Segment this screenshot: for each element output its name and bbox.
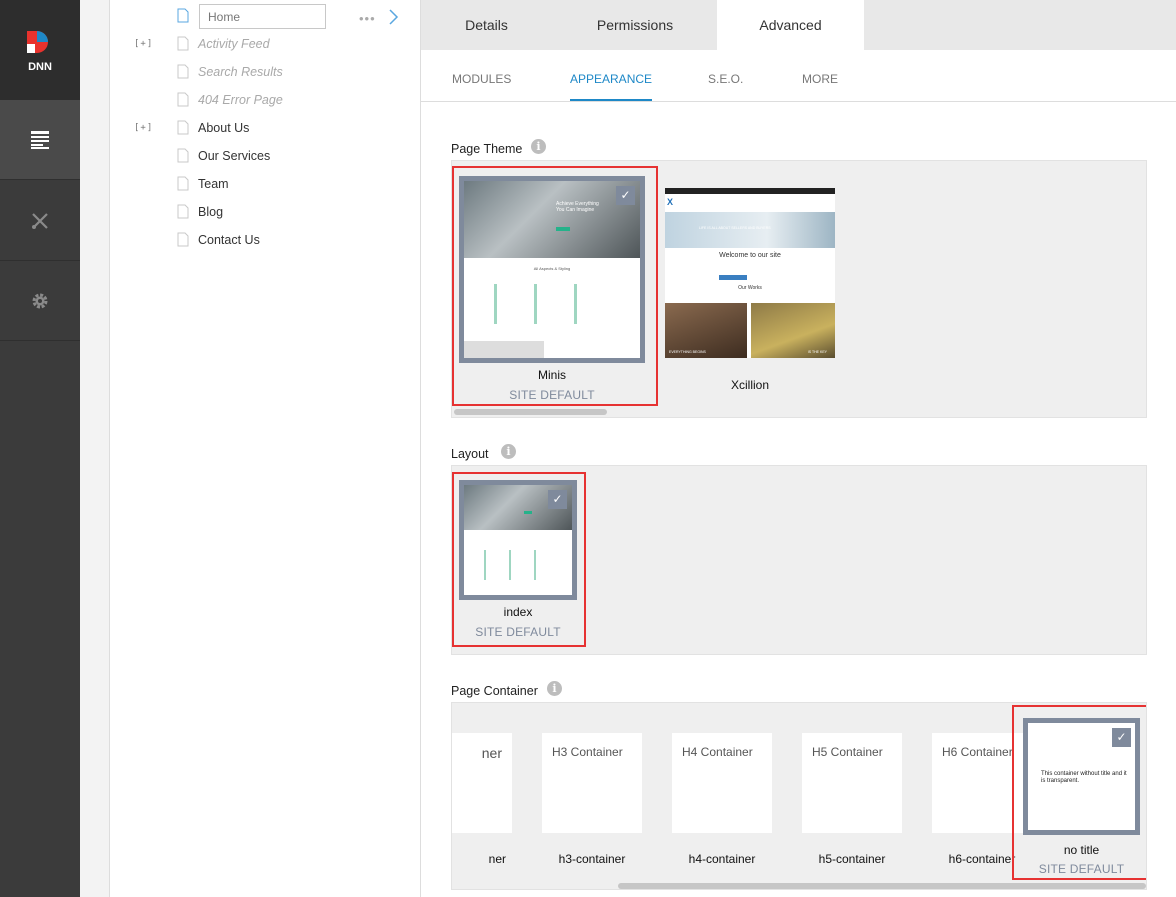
page-icon bbox=[177, 232, 189, 247]
subtab-seo[interactable]: S.E.O. bbox=[708, 72, 743, 86]
container-thumb[interactable]: H3 Container bbox=[542, 733, 642, 833]
gear-icon bbox=[32, 293, 48, 308]
tree-item[interactable]: [+] About Us bbox=[111, 118, 411, 138]
rail-gap bbox=[80, 0, 110, 897]
page-tree: ••• [+] Activity Feed Search Results 404 Er… bbox=[111, 0, 421, 897]
tree-item-label: About Us bbox=[198, 121, 250, 135]
tree-item[interactable]: Blog bbox=[111, 202, 411, 222]
container-name: h5-container bbox=[818, 852, 886, 866]
info-icon[interactable]: i bbox=[501, 444, 516, 459]
layout-title: Layout bbox=[451, 447, 489, 461]
page-icon bbox=[177, 64, 189, 79]
settings-nav-button[interactable] bbox=[0, 261, 80, 341]
page-name-input[interactable] bbox=[199, 4, 326, 29]
page-icon bbox=[177, 92, 189, 107]
subtab-appearance[interactable]: APPEARANCE bbox=[570, 72, 653, 101]
container-thumb-title: H6 Container bbox=[942, 745, 1013, 759]
layout-name: index bbox=[503, 605, 533, 619]
info-icon[interactable]: i bbox=[531, 139, 546, 154]
container-thumb[interactable]: H4 Container bbox=[672, 733, 772, 833]
container-thumb[interactable]: ner bbox=[452, 733, 512, 833]
page-icon bbox=[177, 36, 189, 51]
tree-item[interactable]: Our Services bbox=[111, 146, 411, 166]
dnn-logo[interactable]: DNN bbox=[0, 0, 80, 100]
tree-item-label: Activity Feed bbox=[198, 37, 270, 51]
tree-item-label: Search Results bbox=[198, 65, 283, 79]
dnn-logo-icon: DNN bbox=[27, 31, 52, 73]
chevron-right-icon[interactable] bbox=[388, 8, 400, 26]
page-icon bbox=[177, 176, 189, 191]
check-icon: ✓ bbox=[548, 490, 567, 509]
more-options-icon[interactable]: ••• bbox=[359, 11, 376, 26]
tree-item-label: Contact Us bbox=[198, 233, 260, 247]
tree-item[interactable]: 404 Error Page bbox=[111, 90, 411, 110]
container-thumb-title: H3 Container bbox=[552, 745, 623, 759]
content-nav-button[interactable] bbox=[0, 100, 80, 180]
thumb-headline: Achieve Everything You Can Imagine bbox=[556, 201, 599, 213]
container-name: ner bbox=[488, 852, 506, 866]
site-default-label: SITE DEFAULT bbox=[1038, 862, 1125, 876]
page-icon bbox=[177, 204, 189, 219]
expand-toggle[interactable]: [+] bbox=[134, 123, 153, 133]
theme-name: Xcillion bbox=[730, 378, 769, 392]
tab-advanced[interactable]: Advanced bbox=[717, 0, 864, 50]
container-thumb-title: ner bbox=[481, 745, 502, 761]
container-thumb[interactable]: H5 Container bbox=[802, 733, 902, 833]
theme-name: Minis bbox=[537, 368, 566, 382]
container-name: no title bbox=[1063, 843, 1100, 857]
tools-nav-button[interactable] bbox=[0, 181, 80, 261]
subtab-more[interactable]: MORE bbox=[802, 72, 838, 86]
horizontal-scrollbar[interactable] bbox=[454, 409, 607, 415]
container-thumb-title: H4 Container bbox=[682, 745, 753, 759]
expand-toggle[interactable]: [+] bbox=[134, 39, 153, 49]
container-name: h3-container bbox=[558, 852, 626, 866]
tree-item[interactable]: Contact Us bbox=[111, 230, 411, 250]
container-gallery: ner ner H3 Container h3-container H4 Contain… bbox=[451, 702, 1147, 890]
info-icon[interactable]: i bbox=[547, 681, 562, 696]
check-icon: ✓ bbox=[1112, 728, 1131, 747]
page-icon bbox=[177, 120, 189, 135]
container-thumb-title: H5 Container bbox=[812, 745, 883, 759]
site-default-label: SITE DEFAULT bbox=[475, 625, 561, 639]
page-theme-title: Page Theme bbox=[451, 142, 523, 156]
tab-permissions[interactable]: Permissions bbox=[564, 0, 706, 50]
page-icon bbox=[177, 148, 189, 163]
tree-item-label: Blog bbox=[198, 205, 224, 219]
subtab-modules[interactable]: MODULES bbox=[452, 72, 511, 86]
tree-item[interactable]: Search Results bbox=[111, 62, 411, 82]
pages-icon bbox=[31, 130, 49, 149]
container-name: h4-container bbox=[688, 852, 756, 866]
tools-icon bbox=[32, 212, 48, 229]
page-container-title: Page Container bbox=[451, 684, 538, 698]
tree-item[interactable]: [+] Activity Feed bbox=[111, 34, 411, 54]
tree-item[interactable]: Team bbox=[111, 174, 411, 194]
theme-gallery: Achieve Everything You Can Imagine All A… bbox=[451, 160, 1147, 418]
left-rail: DNN bbox=[0, 0, 80, 897]
page-settings-panel: Details Permissions Advanced MODULES APP… bbox=[421, 0, 1176, 897]
tab-details[interactable]: Details bbox=[421, 0, 552, 50]
site-default-label: SITE DEFAULT bbox=[509, 388, 595, 402]
horizontal-scrollbar[interactable] bbox=[618, 883, 1146, 889]
thumb-hero: Achieve Everything You Can Imagine bbox=[464, 181, 640, 258]
sub-tabs: MODULES APPEARANCE S.E.O. MORE bbox=[421, 50, 1176, 102]
tree-item-label: Our Services bbox=[198, 149, 271, 163]
layout-gallery: ✓ index SITE DEFAULT bbox=[451, 465, 1147, 655]
tree-item-label: 404 Error Page bbox=[198, 93, 283, 107]
svg-text:DNN: DNN bbox=[28, 61, 52, 73]
page-icon bbox=[177, 8, 189, 23]
check-icon: ✓ bbox=[616, 186, 635, 205]
tree-item-label: Team bbox=[198, 177, 229, 191]
theme-thumb-xcillion[interactable]: X LIFE IS ALL ABOUT SELLERS AND BUYERS W… bbox=[665, 188, 835, 358]
main-tabs: Details Permissions Advanced bbox=[421, 0, 1176, 50]
